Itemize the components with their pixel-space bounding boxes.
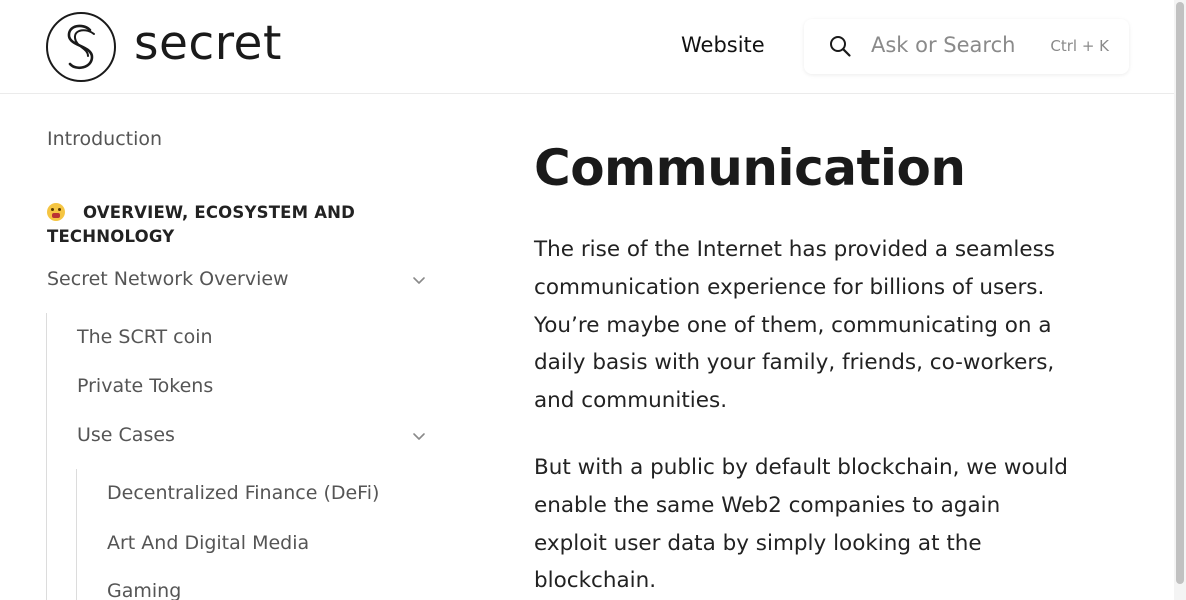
sidebar-nav: Introduction OVERVIEW, ECOSYSTEM AND TEC… <box>0 95 470 600</box>
search-shortcut-hint: Ctrl + K <box>1050 37 1109 55</box>
content-paragraph: But with a public by default blockchain,… <box>534 455 1068 594</box>
page-scrollbar[interactable] <box>1174 0 1186 600</box>
top-header: secret Website Ask or Search Ctrl + K <box>0 0 1174 94</box>
sidebar-item-art-digital-media[interactable]: Art And Digital Media <box>107 532 309 554</box>
sidebar-item-scrt-coin[interactable]: The SCRT coin <box>77 326 213 348</box>
scrollbar-thumb[interactable] <box>1176 2 1184 584</box>
sidebar-section-heading: OVERVIEW, ECOSYSTEM AND TECHNOLOGY <box>47 201 387 249</box>
sidebar-item-use-cases[interactable]: Use Cases <box>77 424 175 446</box>
secret-logo[interactable]: secret <box>46 12 282 82</box>
search-icon <box>830 36 851 57</box>
sidebar-section-title: OVERVIEW, ECOSYSTEM AND TECHNOLOGY <box>47 203 356 246</box>
sidebar-item-gaming[interactable]: Gaming <box>107 580 181 600</box>
sidebar-tree-line <box>46 313 47 600</box>
logo-wordmark: secret <box>134 15 282 71</box>
content-paragraph: The rise of the Internet has provided a … <box>534 237 1055 414</box>
secret-logo-icon <box>46 12 116 82</box>
chevron-down-icon[interactable] <box>411 272 427 288</box>
page-title: Communication <box>534 139 966 197</box>
sidebar-tree-line <box>76 469 77 600</box>
chevron-down-icon[interactable] <box>411 428 427 444</box>
search-placeholder: Ask or Search <box>871 33 1016 57</box>
sidebar-item-secret-network-overview[interactable]: Secret Network Overview <box>47 268 289 290</box>
shushing-face-icon <box>47 203 65 221</box>
search-box[interactable]: Ask or Search Ctrl + K <box>804 19 1129 74</box>
sidebar-item-private-tokens[interactable]: Private Tokens <box>77 375 213 397</box>
website-link[interactable]: Website <box>681 33 765 57</box>
sidebar-item-introduction[interactable]: Introduction <box>47 128 162 150</box>
sidebar-item-defi[interactable]: Decentralized Finance (DeFi) <box>107 482 379 504</box>
